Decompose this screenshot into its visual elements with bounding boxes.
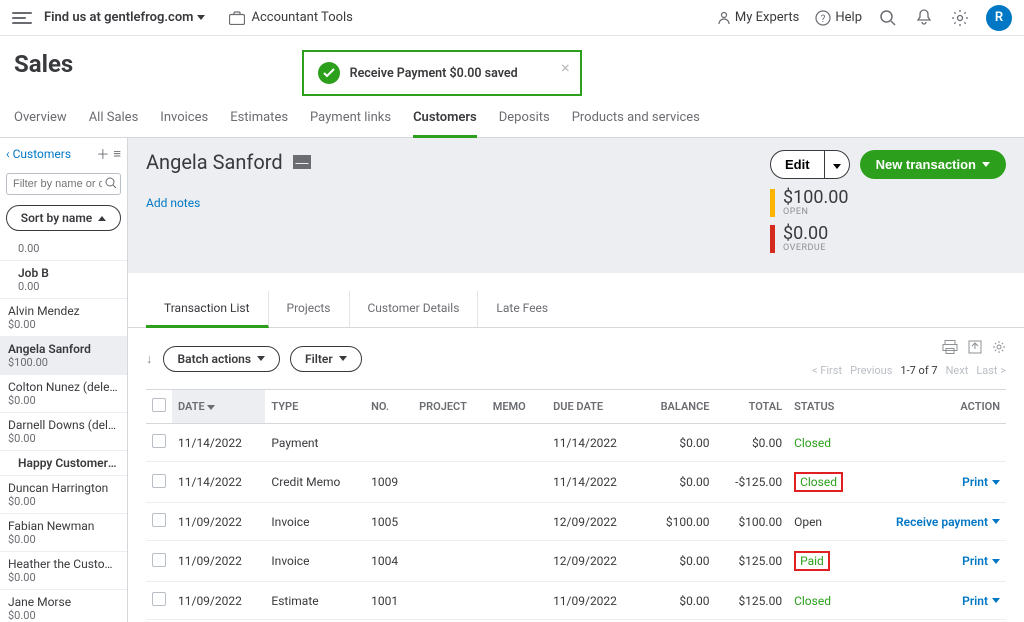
row-checkbox[interactable] bbox=[152, 553, 166, 567]
row-checkbox[interactable] bbox=[152, 592, 166, 606]
batch-actions-button[interactable]: Batch actions bbox=[163, 346, 281, 372]
row-action[interactable]: Print bbox=[962, 554, 1000, 568]
filter-input[interactable] bbox=[6, 173, 121, 195]
print-icon[interactable] bbox=[942, 340, 958, 354]
company-switcher[interactable]: Find us at gentlefrog.com bbox=[44, 10, 205, 25]
customer-item[interactable]: Happy Customer (deleted) bbox=[0, 451, 127, 476]
add-icon[interactable]: ＋ bbox=[96, 144, 109, 163]
nav-tab-customers[interactable]: Customers bbox=[413, 110, 477, 138]
edit-dropdown[interactable] bbox=[825, 150, 850, 179]
sub-tab-late-fees[interactable]: Late Fees bbox=[478, 291, 566, 327]
select-all-checkbox[interactable] bbox=[152, 398, 166, 412]
customer-item[interactable]: Duncan Harrington$0.00 bbox=[0, 476, 127, 514]
accountant-tools[interactable]: Accountant Tools bbox=[229, 10, 352, 25]
back-customers[interactable]: ‹ Customers bbox=[6, 147, 92, 161]
nav-tab-overview[interactable]: Overview bbox=[14, 110, 67, 137]
table-row[interactable]: 11/14/2022Payment11/14/2022$0.00$0.00Clo… bbox=[146, 424, 1006, 462]
row-checkbox[interactable] bbox=[152, 513, 166, 527]
row-checkbox[interactable] bbox=[152, 434, 166, 448]
top-bar: Find us at gentlefrog.com Accountant Too… bbox=[0, 0, 1024, 36]
table-row[interactable]: 11/09/2022Estimate100111/09/2022$0.00$12… bbox=[146, 582, 1006, 620]
customer-item[interactable]: Alvin Mendez$0.00 bbox=[0, 299, 127, 337]
row-action[interactable]: Receive payment bbox=[896, 515, 1000, 529]
help[interactable]: ? Help bbox=[815, 10, 862, 26]
new-transaction-button[interactable]: New transaction bbox=[860, 150, 1006, 179]
table-row[interactable]: 11/14/2022Credit Memo100911/14/2022$0.00… bbox=[146, 462, 1006, 503]
overdue-amount: $0.00 bbox=[783, 225, 828, 243]
nav-tab-estimates[interactable]: Estimates bbox=[230, 110, 288, 137]
gear-icon[interactable] bbox=[950, 8, 970, 28]
table-row[interactable]: 11/09/2022Invoice100512/09/2022$100.00$1… bbox=[146, 503, 1006, 541]
settings-icon[interactable] bbox=[992, 340, 1006, 354]
search-icon[interactable] bbox=[878, 8, 898, 28]
customer-item[interactable]: 0.00 bbox=[0, 237, 127, 261]
mail-icon[interactable] bbox=[293, 155, 311, 169]
customer-sidebar: ‹ Customers ＋ ≡ Sort by name 0.00Job B0.… bbox=[0, 138, 128, 622]
edit-button-group: Edit bbox=[770, 150, 850, 179]
nav-tab-deposits[interactable]: Deposits bbox=[499, 110, 550, 137]
sub-tab-projects[interactable]: Projects bbox=[269, 291, 350, 327]
person-icon bbox=[717, 11, 731, 25]
row-action[interactable]: Print bbox=[962, 475, 1000, 489]
nav-tab-invoices[interactable]: Invoices bbox=[160, 110, 208, 137]
sub-tab-transaction-list[interactable]: Transaction List bbox=[146, 291, 269, 328]
help-icon: ? bbox=[815, 10, 831, 26]
pager-top: < FirstPrevious1-7 of 7NextLast > bbox=[812, 364, 1006, 377]
menu-icon[interactable] bbox=[12, 12, 32, 24]
add-notes[interactable]: Add notes bbox=[146, 196, 200, 210]
customer-item[interactable]: Angela Sanford$100.00 bbox=[0, 337, 127, 375]
svg-text:?: ? bbox=[821, 14, 826, 25]
transaction-table: DATE TYPE NO. PROJECT MEMO DUE DATE BALA… bbox=[146, 389, 1006, 622]
nav-tab-all-sales[interactable]: All Sales bbox=[89, 110, 139, 137]
customer-item[interactable]: Job B0.00 bbox=[0, 261, 127, 299]
table-row[interactable]: 11/09/2022Invoice100412/09/2022$0.00$125… bbox=[146, 541, 1006, 582]
row-action[interactable]: Print bbox=[962, 594, 1000, 608]
page-title: Sales bbox=[14, 50, 73, 78]
close-icon[interactable]: × bbox=[561, 58, 570, 77]
sub-tab-customer-details[interactable]: Customer Details bbox=[350, 291, 479, 327]
customer-item[interactable]: Fabian Newman$0.00 bbox=[0, 514, 127, 552]
customer-name: Angela Sanford bbox=[146, 150, 283, 174]
bell-icon[interactable] bbox=[914, 8, 934, 28]
check-icon bbox=[318, 62, 340, 84]
customer-item[interactable]: Jane Morse$0.00 bbox=[0, 590, 127, 622]
export-icon[interactable] bbox=[968, 340, 982, 354]
search-icon[interactable] bbox=[105, 177, 117, 189]
nav-tab-products-and-services[interactable]: Products and services bbox=[572, 110, 700, 137]
sort-button[interactable]: Sort by name bbox=[6, 205, 121, 231]
row-checkbox[interactable] bbox=[152, 474, 166, 488]
edit-button[interactable]: Edit bbox=[770, 150, 825, 179]
nav-tab-payment-links[interactable]: Payment links bbox=[310, 110, 391, 137]
customer-item[interactable]: Colton Nunez (deleted)$0.00 bbox=[0, 375, 127, 413]
customer-item[interactable]: Darnell Downs (deleted)$0.00 bbox=[0, 413, 127, 451]
avatar[interactable]: R bbox=[986, 5, 1012, 31]
my-experts[interactable]: My Experts bbox=[717, 10, 799, 25]
nav-tabs: Overview All Sales Invoices Estimates Paymen… bbox=[0, 96, 1024, 138]
toast: Receive Payment $0.00 saved × bbox=[302, 50, 582, 96]
customer-item[interactable]: Heather the Customer$0.00 bbox=[0, 552, 127, 590]
main-panel: Angela Sanford Add notes Edit New transa… bbox=[128, 138, 1024, 622]
open-amount: $100.00 bbox=[783, 189, 848, 207]
sort-arrow-icon[interactable]: ↓ bbox=[146, 351, 153, 367]
filter-button[interactable]: Filter bbox=[290, 346, 362, 372]
briefcase-icon bbox=[229, 11, 245, 25]
sort-icon[interactable]: ≡ bbox=[113, 146, 121, 162]
